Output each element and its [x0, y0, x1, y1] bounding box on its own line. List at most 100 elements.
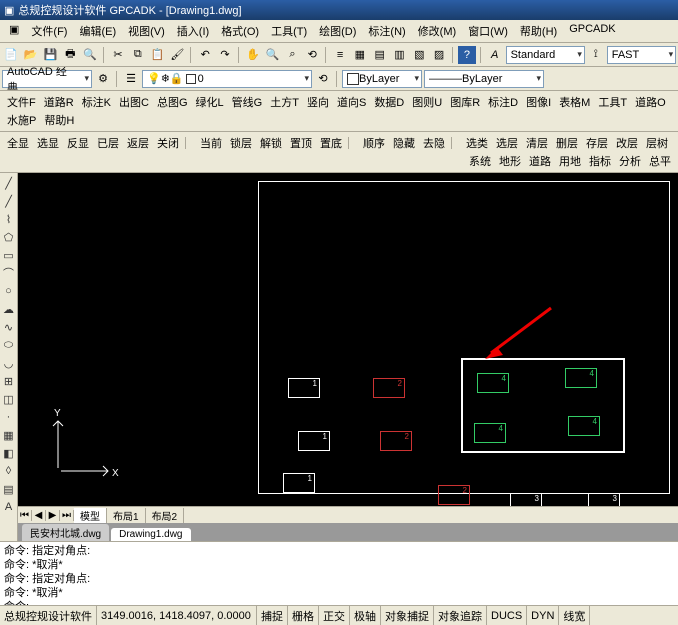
tab-model[interactable]: 模型: [74, 508, 107, 523]
toggle-ortho[interactable]: 正交: [319, 606, 350, 625]
drawing-viewport[interactable]: 1 1 1 1 2 2 2 2 4 4 4 4 3 3 3 3: [18, 173, 678, 506]
r2-8[interactable]: 解锁: [256, 134, 286, 152]
toggle-grid[interactable]: 栅格: [288, 606, 319, 625]
textstyle-icon[interactable]: A: [486, 46, 504, 64]
r1-file[interactable]: 文件F: [3, 93, 40, 111]
r2r-0[interactable]: 系统: [465, 152, 495, 170]
r1-road[interactable]: 道路R: [40, 93, 78, 111]
r1-tools[interactable]: 工具T: [594, 93, 631, 111]
ellipse-arc-icon[interactable]: ◡: [0, 355, 17, 371]
copy-icon[interactable]: ⧉: [129, 46, 147, 64]
r1-pipe[interactable]: 管线G: [228, 93, 267, 111]
r2-9[interactable]: 置顶: [286, 134, 316, 152]
tab-layout2[interactable]: 布局2: [146, 508, 185, 523]
table-icon[interactable]: ▤: [0, 481, 17, 497]
r1-help[interactable]: 帮助H: [40, 111, 78, 129]
menu-modify[interactable]: 修改(M): [413, 22, 462, 40]
gradient-icon[interactable]: ◧: [0, 445, 17, 461]
r1-general[interactable]: 总图G: [153, 93, 192, 111]
r1-plot[interactable]: 出图C: [115, 93, 153, 111]
polygon-icon[interactable]: ⬠: [0, 229, 17, 245]
toggle-ducs[interactable]: DUCS: [487, 606, 527, 625]
r2-3[interactable]: 已层: [93, 134, 123, 152]
menu-format[interactable]: 格式(O): [216, 22, 264, 40]
r2-0[interactable]: 全显: [3, 134, 33, 152]
help-icon[interactable]: ?: [458, 46, 476, 64]
toggle-otrack[interactable]: 对象追踪: [434, 606, 487, 625]
open-icon[interactable]: 📂: [22, 46, 40, 64]
r2-20[interactable]: 层树: [642, 134, 672, 152]
r2-17[interactable]: 删层: [552, 134, 582, 152]
region-icon[interactable]: ◊: [0, 463, 17, 479]
r2-4[interactable]: 返层: [123, 134, 153, 152]
menu-window[interactable]: 窗口(W): [463, 22, 513, 40]
r1-direction[interactable]: 道向S: [333, 93, 370, 111]
r2r-6[interactable]: 总平: [645, 152, 675, 170]
preview-icon[interactable]: 🔍: [81, 46, 99, 64]
r1-water[interactable]: 水施P: [3, 111, 40, 129]
r2-13[interactable]: 去隐: [419, 134, 449, 152]
linetype-dropdown[interactable]: ——— ByLayer: [424, 70, 544, 88]
tab-first-icon[interactable]: ⏮: [18, 510, 32, 521]
toggle-dyn[interactable]: DYN: [527, 606, 559, 625]
r1-dim2[interactable]: 标注D: [484, 93, 522, 111]
save-icon[interactable]: 💾: [42, 46, 60, 64]
cut-icon[interactable]: ✂: [109, 46, 127, 64]
toggle-polar[interactable]: 极轴: [350, 606, 381, 625]
menu-dim[interactable]: 标注(N): [363, 22, 410, 40]
layer-prev-icon[interactable]: ⟲: [314, 70, 332, 88]
r2-2[interactable]: 反显: [63, 134, 93, 152]
menu-gpcadk[interactable]: GPCADK: [564, 22, 620, 40]
r2-7[interactable]: 锁层: [226, 134, 256, 152]
rect-icon[interactable]: ▭: [0, 247, 17, 263]
ellipse-icon[interactable]: ⬭: [0, 337, 17, 353]
menu-help[interactable]: 帮助(H): [515, 22, 562, 40]
point-icon[interactable]: ·: [0, 409, 17, 425]
file-tab[interactable]: 民安村北城.dwg: [22, 524, 109, 541]
zoom-rt-icon[interactable]: 🔍: [264, 46, 282, 64]
r2-14[interactable]: 选类: [462, 134, 492, 152]
menu-insert[interactable]: 插入(I): [172, 22, 214, 40]
dimstyle-icon[interactable]: ⟟: [587, 46, 605, 64]
props-icon[interactable]: ≡: [331, 46, 349, 64]
file-tab-active[interactable]: Drawing1.dwg: [111, 528, 190, 541]
xline-icon[interactable]: ╱: [0, 193, 17, 209]
r1-data[interactable]: 数据D: [370, 93, 408, 111]
tp-icon[interactable]: ▤: [371, 46, 389, 64]
r2-5[interactable]: 关闭: [153, 134, 183, 152]
menu-file[interactable]: 文件(F): [26, 22, 72, 40]
ssm-icon[interactable]: ▥: [391, 46, 409, 64]
print-icon[interactable]: 🖶: [61, 46, 79, 64]
menu-tools[interactable]: 工具(T): [266, 22, 312, 40]
r2r-5[interactable]: 分析: [615, 152, 645, 170]
hatch-icon[interactable]: ▦: [0, 427, 17, 443]
redo-icon[interactable]: ↷: [216, 46, 234, 64]
pan-icon[interactable]: ✋: [244, 46, 262, 64]
r2r-2[interactable]: 道路: [525, 152, 555, 170]
zoom-win-icon[interactable]: ⌕: [284, 46, 302, 64]
zoom-prev-icon[interactable]: ⟲: [303, 46, 321, 64]
spline-icon[interactable]: ∿: [0, 319, 17, 335]
insert-icon[interactable]: ⊞: [0, 373, 17, 389]
menu-view[interactable]: 视图(V): [123, 22, 170, 40]
pline-icon[interactable]: ⌇: [0, 211, 17, 227]
r2-6[interactable]: 当前: [196, 134, 226, 152]
r2-1[interactable]: 选显: [33, 134, 63, 152]
menu-draw[interactable]: 绘图(D): [314, 22, 361, 40]
tab-next-icon[interactable]: ▶: [46, 510, 60, 521]
menu-edit[interactable]: 编辑(E): [74, 22, 121, 40]
workspace-dropdown[interactable]: AutoCAD 经典: [2, 70, 92, 88]
r2r-1[interactable]: 地形: [495, 152, 525, 170]
calc-icon[interactable]: ▨: [430, 46, 448, 64]
r1-table[interactable]: 表格M: [555, 93, 594, 111]
r2-11[interactable]: 顺序: [359, 134, 389, 152]
r2-12[interactable]: 隐藏: [389, 134, 419, 152]
r1-vertical[interactable]: 竖向: [303, 93, 333, 111]
r1-lib[interactable]: 图库R: [446, 93, 484, 111]
r2-16[interactable]: 清层: [522, 134, 552, 152]
text-style-dropdown[interactable]: Standard: [506, 46, 585, 64]
revcloud-icon[interactable]: ☁: [0, 301, 17, 317]
r1-green[interactable]: 绿化L: [192, 93, 228, 111]
match-icon[interactable]: 🖌: [168, 46, 186, 64]
dim-style-dropdown[interactable]: FAST: [607, 46, 676, 64]
